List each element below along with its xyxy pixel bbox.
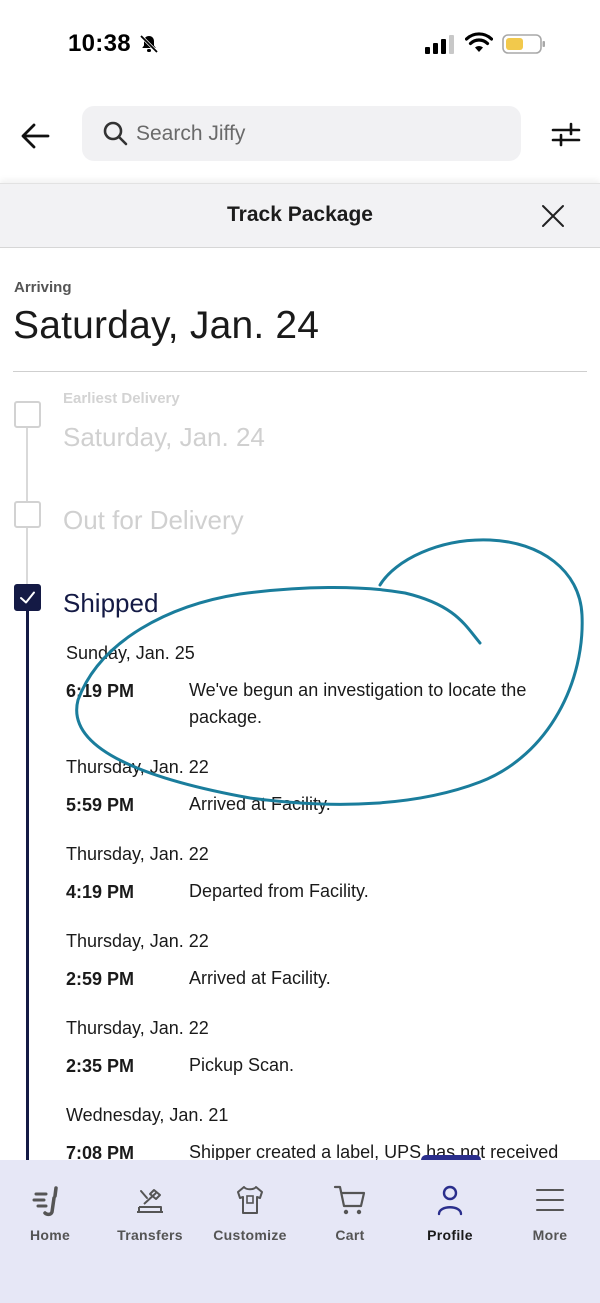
nav-label-transfers: Transfers	[117, 1227, 183, 1243]
event-description: Arrived at Facility.	[189, 968, 331, 988]
step-title-out-for-delivery: Out for Delivery	[63, 505, 244, 535]
transfers-icon	[137, 1189, 163, 1213]
nav-profile[interactable]: Profile	[400, 1160, 500, 1260]
step-checkbox-earliest-delivery	[14, 401, 41, 428]
bell-muted-icon	[139, 34, 159, 54]
search-box[interactable]	[82, 106, 521, 161]
filter-icon[interactable]	[549, 120, 583, 150]
nav-home[interactable]: Home	[0, 1160, 100, 1260]
search-icon	[103, 121, 128, 146]
nav-label-home: Home	[29, 1227, 71, 1243]
nav-transfers[interactable]: Transfers	[100, 1160, 200, 1260]
step-title-earliest-delivery: Saturday, Jan. 24	[63, 422, 265, 452]
event-date: Wednesday, Jan. 21	[66, 1105, 229, 1125]
nav-more[interactable]: More	[500, 1160, 600, 1260]
checkmark-icon	[20, 591, 35, 604]
event-description: Departed from Facility.	[189, 881, 369, 901]
page-title: Track Package	[227, 203, 373, 226]
event-time: 5:59 PM	[66, 795, 135, 815]
sheet-header: Track Package	[0, 183, 600, 248]
status-time: 10:38	[68, 30, 131, 57]
nav-label-more: More	[532, 1227, 568, 1243]
back-arrow-icon[interactable]	[18, 118, 54, 154]
search-input[interactable]	[136, 106, 506, 161]
divider	[13, 371, 587, 372]
timeline-line-completed	[26, 610, 29, 1160]
event-description: Arrived at Facility.	[189, 794, 331, 814]
event-time: 2:35 PM	[66, 1056, 135, 1076]
arriving-date: Saturday, Jan. 24	[13, 304, 320, 347]
step-checkbox-out-for-delivery	[14, 501, 41, 528]
arriving-label: Arriving	[14, 279, 72, 296]
nav-label-profile: Profile	[427, 1227, 473, 1243]
event-date: Thursday, Jan. 22	[66, 757, 209, 777]
bottom-navigation: Home Transfers Customize Cart Profile Mo…	[0, 1160, 600, 1303]
menu-icon	[536, 1189, 564, 1211]
event-time: 4:19 PM	[66, 882, 135, 902]
step-small-label: Earliest Delivery	[63, 390, 180, 407]
profile-icon	[437, 1185, 463, 1216]
nav-label-customize: Customize	[213, 1227, 287, 1243]
signal-icon	[425, 35, 454, 54]
step-title-shipped: Shipped	[63, 588, 159, 618]
event-date: Thursday, Jan. 22	[66, 931, 209, 951]
shirt-icon	[237, 1186, 263, 1214]
event-time: 2:59 PM	[66, 969, 135, 989]
home-icon	[32, 1186, 58, 1217]
event-date: Thursday, Jan. 22	[66, 844, 209, 864]
status-bar: 10:38	[0, 0, 600, 90]
nav-cart[interactable]: Cart	[300, 1160, 400, 1260]
step-checkbox-shipped	[14, 584, 41, 611]
cart-icon	[333, 1185, 366, 1215]
close-icon[interactable]	[540, 203, 566, 229]
event-time: 6:19 PM	[66, 681, 135, 701]
event-description: Pickup Scan.	[189, 1055, 295, 1075]
battery-icon	[502, 34, 545, 54]
wifi-icon	[465, 32, 493, 52]
nav-customize[interactable]: Customize	[200, 1160, 300, 1260]
event-description: We've begun an investigation to locate t…	[189, 680, 527, 727]
search-row	[0, 90, 600, 185]
nav-label-cart: Cart	[335, 1227, 365, 1243]
event-date: Sunday, Jan. 25	[66, 643, 195, 663]
event-date: Thursday, Jan. 22	[66, 1018, 209, 1038]
